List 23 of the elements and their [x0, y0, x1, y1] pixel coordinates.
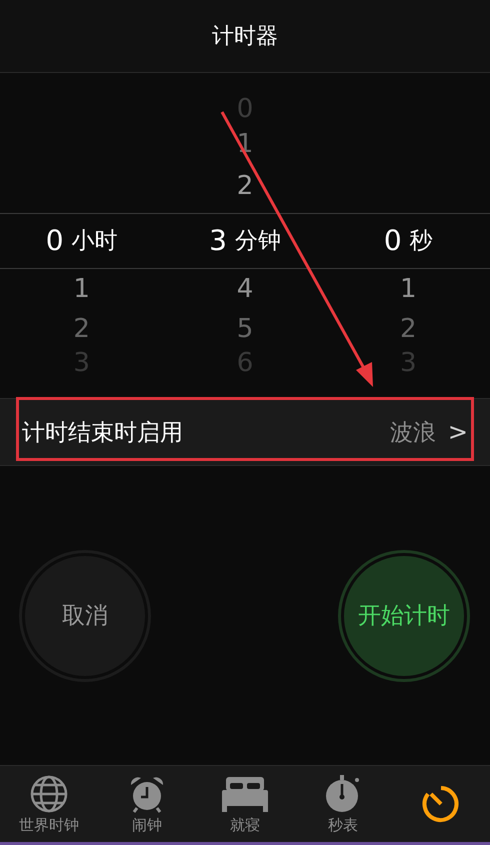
tab[interactable]: 世界时钟	[0, 766, 98, 842]
unit-label: 分钟	[234, 226, 281, 256]
row-value: 波浪	[390, 418, 436, 448]
picker-value[interactable]: 4	[236, 269, 254, 309]
picker-value[interactable]: 3	[209, 224, 227, 256]
picker-value[interactable]: 0	[384, 224, 402, 256]
picker-value[interactable]: 2	[400, 309, 417, 349]
sound-setting-row[interactable]: 计时结束时启用 波浪 >	[0, 398, 490, 466]
screen-title: 计时器	[212, 23, 278, 51]
row-label: 计时结束时启用	[22, 418, 184, 448]
picker-value[interactable]: 1	[73, 269, 90, 309]
picker-value[interactable]: 2	[73, 309, 90, 349]
picker-value[interactable]: 0	[46, 224, 64, 256]
globe-icon	[29, 774, 69, 814]
chevron-icon: >	[448, 418, 468, 446]
tab[interactable]: 闹钟	[98, 766, 196, 842]
picker-value[interactable]: 5	[236, 309, 254, 349]
tab[interactable]: 秒表	[294, 766, 392, 842]
picker-value[interactable]: 1	[400, 269, 417, 309]
picker-value[interactable]: 2	[236, 165, 254, 207]
unit-label: 小时	[72, 226, 118, 256]
unit-label: 秒	[410, 226, 433, 256]
tab[interactable]: 就寝	[196, 766, 294, 842]
